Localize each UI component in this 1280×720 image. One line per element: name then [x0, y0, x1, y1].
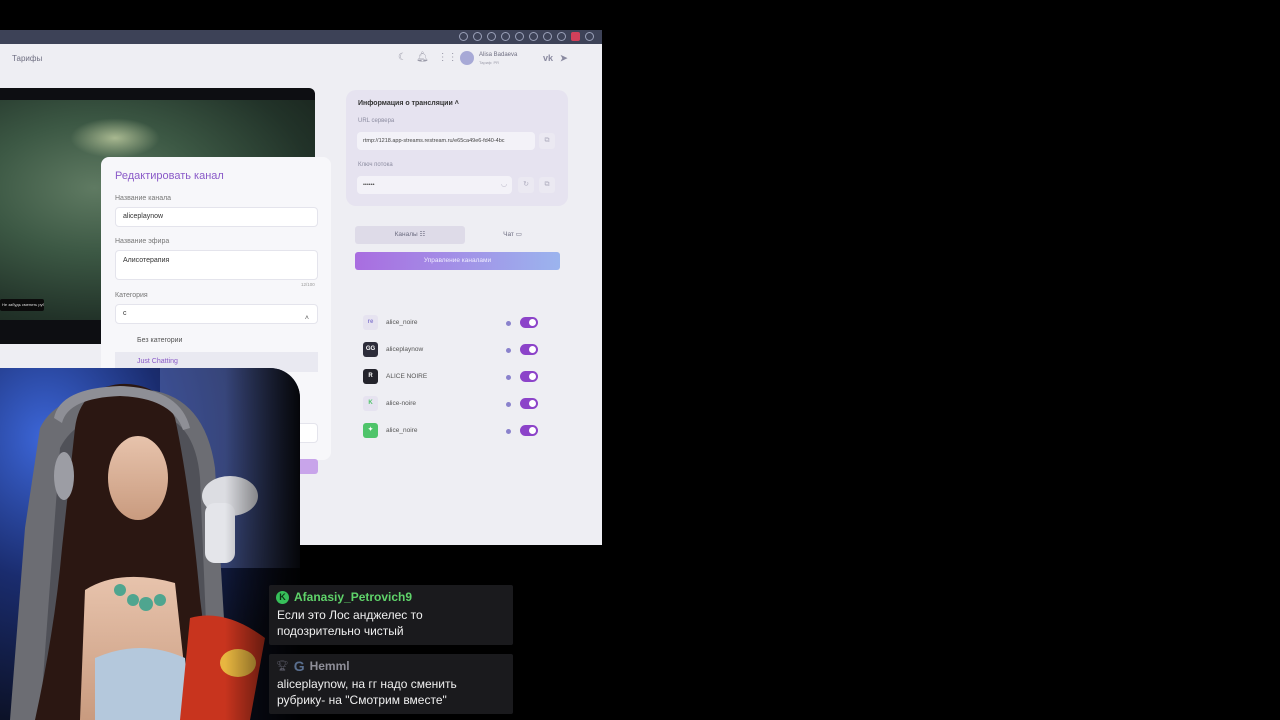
channel-logo-icon: R	[363, 369, 378, 384]
category-label: Категория	[115, 292, 148, 299]
channel-toggle[interactable]	[520, 317, 538, 328]
chat-message: 🏆︎ G Hemml aliceplaynow, на гг надо смен…	[269, 654, 513, 714]
play-icon[interactable]	[501, 32, 510, 41]
tab-chat[interactable]: Чат ▭	[465, 226, 560, 244]
chat-icon: ▭	[515, 231, 522, 238]
channel-row: re alice_noire	[363, 314, 543, 332]
chat-message-header: 🏆︎ G Hemml	[276, 657, 350, 674]
moon-icon[interactable]: ☾	[398, 52, 407, 64]
stream-screen: Тарифы ☾ 🔔︎ ⋮⋮ Alisa Badaeva Тариф: PR v…	[0, 0, 1280, 720]
server-url-field[interactable]: rtmp://1218.app-streams.restream.ru/e65c…	[357, 132, 535, 150]
stream-key-label: Ключ потока	[358, 162, 393, 168]
status-dot	[506, 375, 511, 380]
category-select-value: c	[123, 310, 127, 317]
extension-icon[interactable]	[515, 32, 524, 41]
trophy-icon: 🏆︎	[276, 660, 289, 672]
browser-toolbar	[0, 30, 602, 44]
channel-logo-icon: ✦	[363, 423, 378, 438]
settings-icon[interactable]	[585, 32, 594, 41]
user-name[interactable]: Alisa Badaeva	[479, 52, 517, 58]
chat-message-text: Если это Лос анджелес то подозрительно ч…	[277, 608, 423, 638]
stream-info-panel: Информация о трансляции ˄ URL сервера rt…	[346, 90, 568, 206]
channel-toggle[interactable]	[520, 371, 538, 382]
menu-icon[interactable]	[529, 32, 538, 41]
preview-light	[70, 118, 160, 158]
user-plan: Тариф: PR	[479, 60, 500, 65]
extension-icon[interactable]	[473, 32, 482, 41]
status-dot	[506, 429, 511, 434]
top-navigation: Тарифы ☾ 🔔︎ ⋮⋮ Alisa Badaeva Тариф: PR v…	[0, 44, 602, 76]
goodgame-icon: G	[293, 657, 305, 674]
stream-key-field[interactable]: ••••••	[357, 176, 512, 194]
chat-username: Hemml	[309, 659, 350, 673]
bell-icon[interactable]: 🔔︎	[416, 52, 429, 64]
channel-name: alice-noire	[386, 400, 416, 407]
eye-icon[interactable]: ◡	[496, 177, 512, 193]
chat-message: K Afanasiy_Petrovich9 Если это Лос андже…	[269, 585, 513, 645]
extension-icon[interactable]	[487, 32, 496, 41]
channel-toggle[interactable]	[520, 398, 538, 409]
telegram-icon[interactable]: ➤	[560, 53, 568, 63]
channel-name: alice_noire	[386, 427, 418, 434]
channel-name: ALICE NOIRE	[386, 373, 428, 380]
avatar[interactable]	[460, 51, 474, 65]
channel-toggle[interactable]	[520, 425, 538, 436]
server-url-label: URL сервера	[358, 118, 395, 124]
channel-name: aliceplaynow	[386, 346, 424, 353]
preview-tooltip: Не забудь сменить рубрику	[0, 299, 44, 311]
chat-username: Afanasiy_Petrovich9	[294, 590, 413, 604]
char-counter: 12/100	[301, 282, 315, 287]
profile-icon[interactable]	[557, 32, 566, 41]
channel-row: Kalice-noire	[363, 395, 543, 413]
channel-name: alice_noire	[386, 319, 418, 326]
manage-channels-button[interactable]: Управление каналами	[355, 252, 560, 270]
stream-title-textarea[interactable]: Алисотерапия	[115, 250, 318, 280]
tooltip-text: Не забудь сменить рубрику	[2, 302, 44, 307]
status-dot	[506, 321, 511, 326]
channel-row: ✦ alice_noire	[363, 422, 543, 440]
channel-row: GG aliceplaynow	[363, 341, 543, 359]
vk-icon[interactable]: vk	[543, 53, 553, 63]
chat-message-header: K Afanasiy_Petrovich9	[276, 590, 412, 604]
refresh-icon[interactable]: ↻	[518, 177, 534, 193]
copy-icon[interactable]: ⧉	[539, 177, 555, 193]
apps-grid-icon[interactable]: ⋮⋮	[438, 52, 458, 64]
status-dot	[506, 402, 511, 407]
stream-title-label: Название эфира	[115, 238, 170, 245]
channel-name-input[interactable]: aliceplaynow	[115, 207, 318, 227]
channel-row: R ALICE NOIRE	[363, 368, 543, 386]
status-dot	[506, 348, 511, 353]
channel-logo-icon: K	[363, 396, 378, 411]
chat-message-text: aliceplaynow, на гг надо сменить рубрику…	[277, 677, 457, 707]
channel-logo-icon: re	[363, 315, 378, 330]
nav-link-tariffs[interactable]: Тарифы	[12, 54, 42, 63]
channel-name-label: Название канала	[115, 195, 172, 202]
category-select[interactable]: c ˄	[115, 304, 318, 324]
chevron-up-icon: ˄	[304, 315, 309, 322]
copy-icon[interactable]: ⧉	[539, 133, 555, 149]
channel-logo-icon: GG	[363, 342, 378, 357]
recording-icon[interactable]	[571, 32, 580, 41]
list-icon: ☷	[419, 231, 426, 238]
extension-icon[interactable]	[543, 32, 552, 41]
kick-icon: K	[276, 590, 289, 604]
chevron-up-icon: ˄	[454, 100, 459, 107]
category-option[interactable]: Без категории	[115, 331, 318, 351]
tab-channels[interactable]: Каналы ☷	[355, 226, 465, 244]
webcam-overlay	[0, 368, 300, 720]
stream-info-title[interactable]: Информация о трансляции ˄	[358, 100, 459, 107]
modal-title: Редактировать канал	[115, 170, 224, 182]
extension-icon[interactable]	[459, 32, 468, 41]
channel-toggle[interactable]	[520, 344, 538, 355]
